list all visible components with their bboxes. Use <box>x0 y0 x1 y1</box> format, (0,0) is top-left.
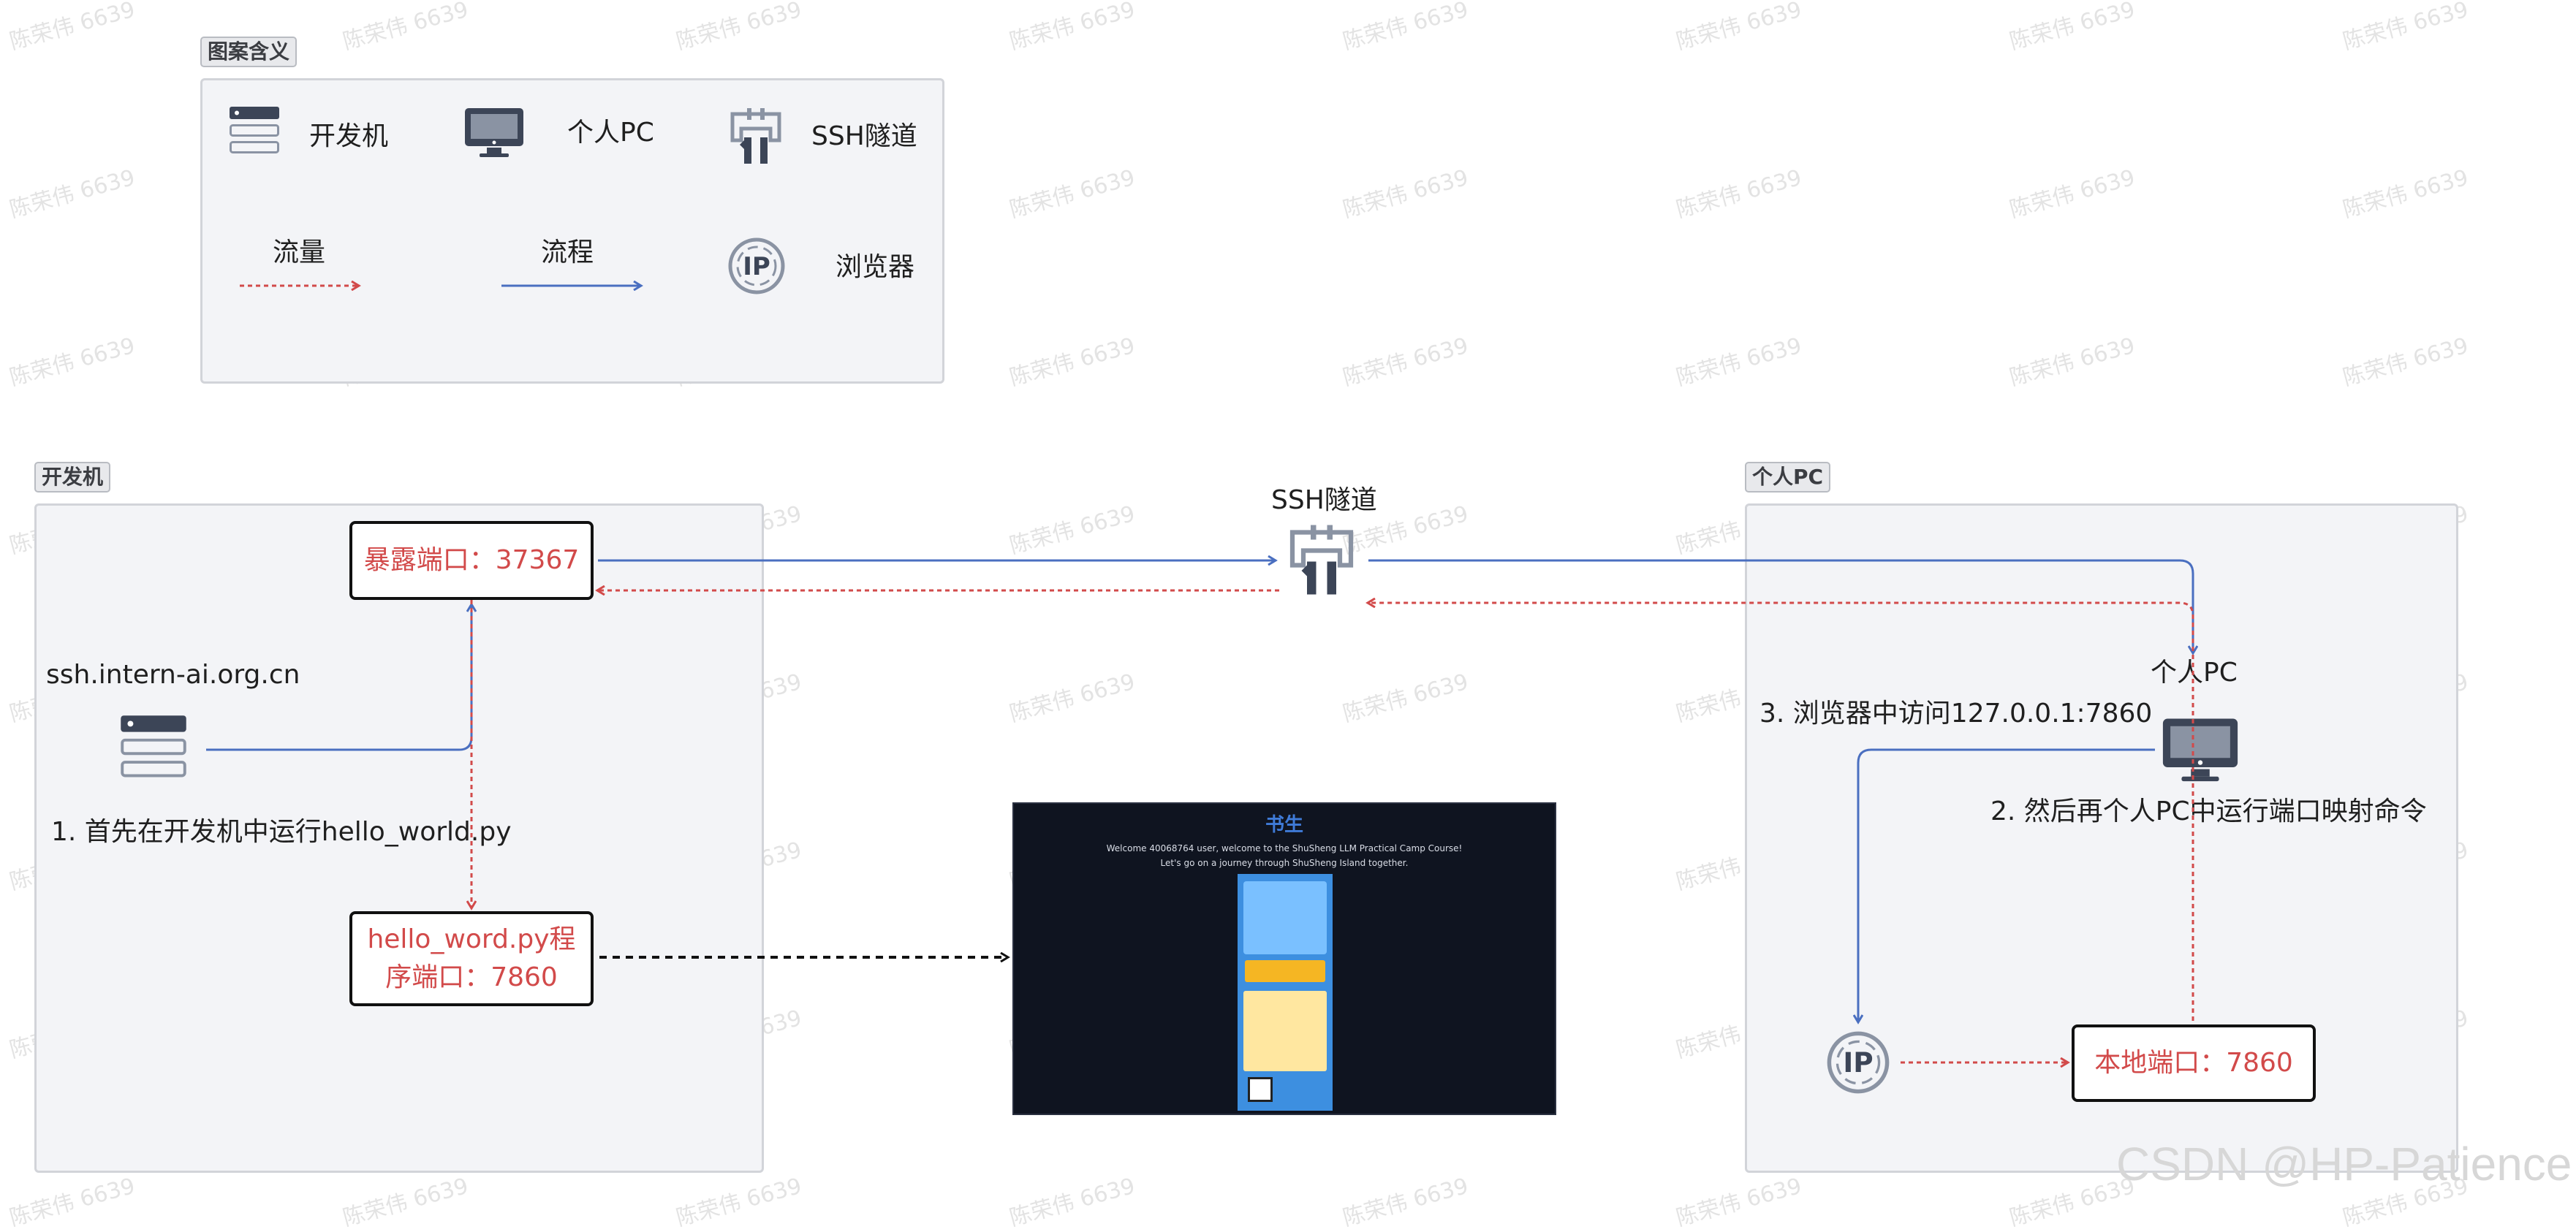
connector-layer <box>206 0 2576 1209</box>
flow-tunnel-to-pc <box>1368 559 2193 653</box>
flow-server-to-exposed-port <box>206 605 471 751</box>
traffic-local-port-to-tunnel <box>1368 603 2194 1021</box>
flow-pc-to-browser <box>1858 748 2155 1022</box>
csdn-credit: CSDN @HP-Patience <box>2116 1138 2572 1190</box>
